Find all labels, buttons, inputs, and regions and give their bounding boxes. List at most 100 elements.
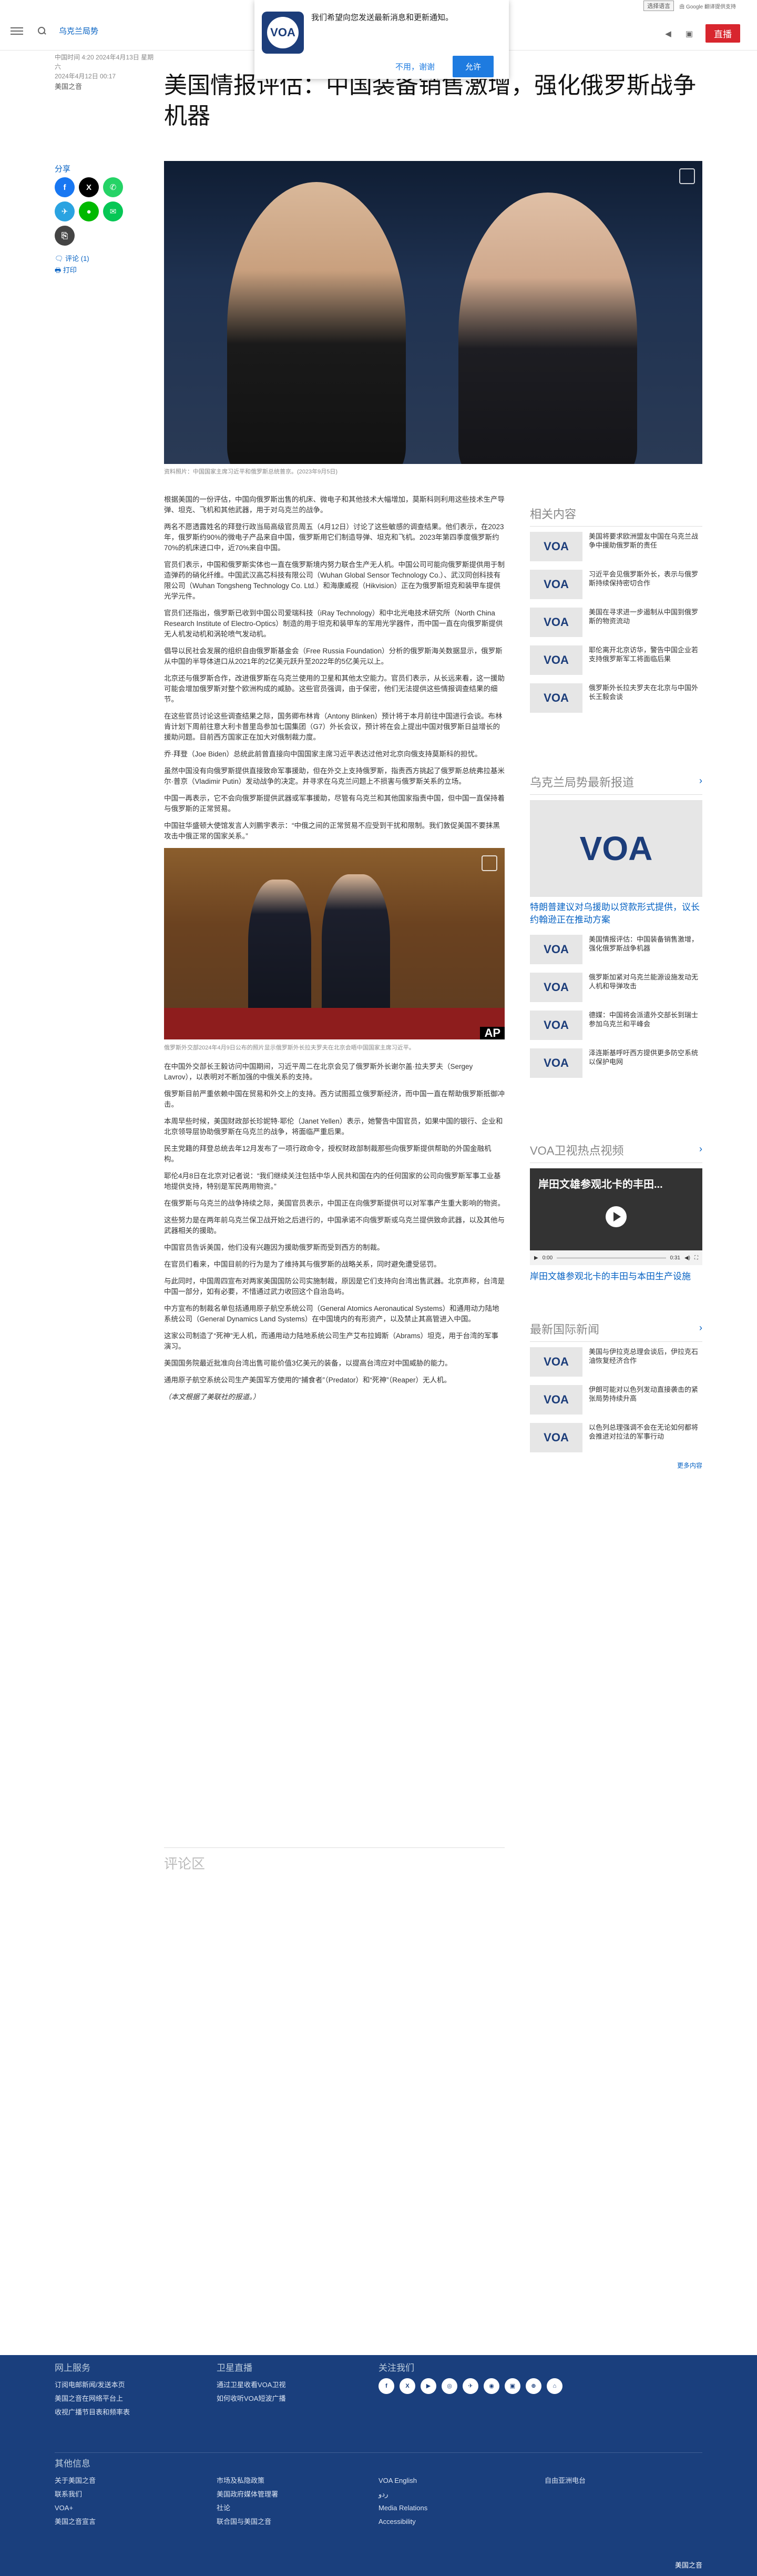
voa-thumb: VOA <box>530 570 582 599</box>
intl-item[interactable]: VOA 以色列总理强调不会在无论如何都将会推进对拉法的军事行动 <box>530 1423 702 1452</box>
more-link[interactable]: 更多内容 <box>530 1461 702 1470</box>
footer-link[interactable]: 自由亚洲电台 <box>545 2474 586 2488</box>
x-icon[interactable]: X <box>79 177 99 197</box>
video-player[interactable]: 岸田文雄参观北卡的丰田... ▶ 0:00 0:31 ◀) ⛶ <box>530 1168 702 1265</box>
article-rubric[interactable]: 美国之音 <box>55 82 160 92</box>
footer-link[interactable]: 订阅电邮新闻/发送本页 <box>55 2378 130 2392</box>
footer-link[interactable]: VOA+ <box>55 2501 96 2515</box>
footer-link[interactable]: 通过卫星收看VOA卫视 <box>217 2378 285 2392</box>
footer-link[interactable]: 联合国与美国之音 <box>217 2515 278 2529</box>
related-item-title: 美国在寻求进一步遏制从中国到俄罗斯的物资流动 <box>589 608 699 625</box>
footer-link[interactable]: 联系我们 <box>55 2488 96 2501</box>
whatsapp-icon[interactable]: ✆ <box>103 177 123 197</box>
telegram-icon[interactable]: ✈ <box>55 201 75 221</box>
paragraph: 在中国外交部长王毅访问中国期间，习近平周二在北京会见了俄罗斯外长谢尔盖·拉夫罗夫… <box>164 1063 473 1081</box>
chevron-right-icon: › <box>699 1322 702 1333</box>
attribution: （本文根据了美联社的报道。） <box>164 1393 260 1401</box>
footer-link[interactable]: 收视广播节目表和频率表 <box>55 2406 130 2419</box>
video-progress[interactable] <box>557 1257 666 1259</box>
related-item[interactable]: VOA 耶伦离开北京访华，警告中国企业若支持俄罗斯军工将面临后果 <box>530 645 702 675</box>
share-panel: 分享 f X ✆ ✈ ● ✉ ⎘ 🗨 评论 (1) 🖶 打印 <box>55 163 139 276</box>
comments-link[interactable]: 🗨 评论 (1) <box>55 253 139 265</box>
article-body: 根据美国的一份评估，中国向俄罗斯出售的机床、微电子和其他技术大幅增加，莫斯科则利… <box>164 494 505 1409</box>
footer-link[interactable]: VOA English <box>378 2474 427 2488</box>
language-select[interactable]: 选择语言 <box>643 1 674 11</box>
footer-online-title: 网上服务 <box>55 2363 90 2373</box>
audio-icon[interactable]: ◀ <box>663 29 673 38</box>
footer-link[interactable]: 如何收听VOA短波广播 <box>217 2392 285 2406</box>
ukraine-item[interactable]: VOA 德媒：中国将会派遣外交部长到瑞士参加乌克兰和平峰会 <box>530 1011 702 1040</box>
footer-link[interactable]: ردو <box>378 2488 427 2501</box>
footer-link[interactable]: Accessibility <box>378 2515 427 2529</box>
section-link[interactable]: 乌克兰局势 <box>59 25 98 36</box>
footer-divider <box>55 2452 702 2453</box>
intl-item[interactable]: VOA 美国与伊拉克总理会谈后，伊拉克石油恢复经济合作 <box>530 1347 702 1377</box>
expand-icon[interactable] <box>679 168 695 184</box>
play-icon[interactable] <box>606 1206 627 1227</box>
footer-link[interactable]: 美国政府媒体管理署 <box>217 2488 278 2501</box>
inline-carpet <box>164 1008 505 1039</box>
facebook-icon[interactable]: f <box>378 2378 394 2394</box>
ukraine-item[interactable]: VOA 俄罗斯加紧对乌克兰能源设施发动无人机和导弹攻击 <box>530 973 702 1002</box>
voa-thumb: VOA <box>530 1048 582 1078</box>
footer-link[interactable]: 社论 <box>217 2501 278 2515</box>
home-icon[interactable]: ⌂ <box>547 2378 562 2394</box>
expand-icon[interactable] <box>482 855 497 871</box>
tv-title[interactable]: VOA卫视热点视频 › <box>530 1141 702 1163</box>
ukraine-title[interactable]: 乌克兰局势最新报道 › <box>530 773 702 795</box>
voa-thumb: VOA <box>530 683 582 713</box>
paragraph: 俄罗斯目前严重依赖中国在贸易和外交上的支持。西方试图孤立俄罗斯经济，而中国一直在… <box>164 1090 505 1108</box>
footer-link[interactable]: 关于美国之音 <box>55 2474 96 2488</box>
paragraph: 两名不愿透露姓名的拜登行政当局高级官员周五（4月12日）讨论了这些敏感的调查结果… <box>164 523 504 552</box>
fullscreen-icon[interactable]: ⛶ <box>694 1255 698 1261</box>
play-small-icon[interactable]: ▶ <box>534 1255 538 1261</box>
ukraine-item[interactable]: VOA 泽连斯基呼吁西方提供更多防空系统以保护电网 <box>530 1048 702 1078</box>
intl-item[interactable]: VOA 伊朗可能对以色列发动直接袭击的紧张局势持续升高 <box>530 1385 702 1415</box>
related-item[interactable]: VOA 习近平会见俄罗斯外长，表示与俄罗斯持续保持密切合作 <box>530 570 702 599</box>
live-button[interactable]: 直播 <box>705 24 740 43</box>
hero-image[interactable] <box>164 161 702 464</box>
voa-thumb: VOA <box>530 935 582 964</box>
notification-popup: VOA 我们希望向您发送最新消息和更新通知。 不用，谢谢 允许 <box>254 0 509 79</box>
allow-button[interactable]: 允许 <box>453 56 494 77</box>
paragraph: 通用原子航空系统公司生产美国军方使用的“捕食者”（Predator）和“死神”（… <box>164 1376 452 1384</box>
facebook-icon[interactable]: f <box>55 177 75 197</box>
intl-title[interactable]: 最新国际新闻 › <box>530 1320 702 1342</box>
voa-lead-thumb[interactable]: VOA <box>530 800 702 897</box>
x-icon[interactable]: X <box>400 2378 415 2394</box>
video-icon[interactable]: ▣ <box>684 29 694 38</box>
volume-icon[interactable]: ◀) <box>684 1255 690 1261</box>
voa-thumb: VOA <box>530 1011 582 1040</box>
web-icon[interactable]: ⊕ <box>526 2378 541 2394</box>
podcast-icon[interactable]: ◉ <box>484 2378 499 2394</box>
copy-link-icon[interactable]: ⎘ <box>55 226 75 246</box>
related-item[interactable]: VOA 俄罗斯外长拉夫罗夫在北京与中国外长王毅会谈 <box>530 683 702 713</box>
video-overlay-title: 岸田文雄参观北卡的丰田... <box>538 1179 663 1190</box>
decline-button[interactable]: 不用，谢谢 <box>388 57 442 76</box>
footer-link[interactable]: 市场及私隐政策 <box>217 2474 278 2488</box>
rss-icon[interactable]: ▣ <box>505 2378 520 2394</box>
ukraine-lead-title[interactable]: 特朗普建议对乌援助以贷款形式提供，议长约翰逊正在推动方案 <box>530 901 702 926</box>
voa-thumb: VOA <box>530 1347 582 1377</box>
video-caption[interactable]: 岸田文雄参观北卡的丰田与本田生产设施 <box>530 1270 702 1283</box>
wechat-icon[interactable]: ✉ <box>103 201 123 221</box>
telegram-icon[interactable]: ✈ <box>463 2378 478 2394</box>
ukraine-news: 乌克兰局势最新报道 › VOA 特朗普建议对乌援助以贷款形式提供，议长约翰逊正在推… <box>530 773 702 1086</box>
footer-copyright: 美国之音 <box>674 2561 702 2569</box>
menu-icon[interactable] <box>11 25 23 37</box>
paragraph: 耶伦4月8日在北京对记者说：“我们继续关注包括中华人民共和国在内的任何国家的公司… <box>164 1172 501 1190</box>
tv-title-label: VOA卫视热点视频 <box>530 1144 624 1157</box>
print-link[interactable]: 🖶 打印 <box>55 265 139 276</box>
search-icon[interactable] <box>38 26 46 35</box>
line-icon[interactable]: ● <box>79 201 99 221</box>
related-item[interactable]: VOA 美国将要求欧洲盟友中国在乌克兰战争中援助俄罗斯的责任 <box>530 532 702 561</box>
inline-image[interactable]: AP <box>164 848 505 1039</box>
related-item[interactable]: VOA 美国在寻求进一步遏制从中国到俄罗斯的物资流动 <box>530 608 702 637</box>
instagram-icon[interactable]: ◎ <box>442 2378 457 2394</box>
youtube-icon[interactable]: ▶ <box>421 2378 436 2394</box>
footer-link[interactable]: Media Relations <box>378 2501 427 2515</box>
ukraine-item[interactable]: VOA 美国情报评估：中国装备销售激增，强化俄罗斯战争机器 <box>530 935 702 964</box>
paragraph: 中方宣布的制裁名单包括通用原子航空系统公司（General Atomics Ae… <box>164 1305 499 1323</box>
footer-link[interactable]: 美国之音在网络平台上 <box>55 2392 130 2406</box>
footer-link[interactable]: 美国之音宣言 <box>55 2515 96 2529</box>
